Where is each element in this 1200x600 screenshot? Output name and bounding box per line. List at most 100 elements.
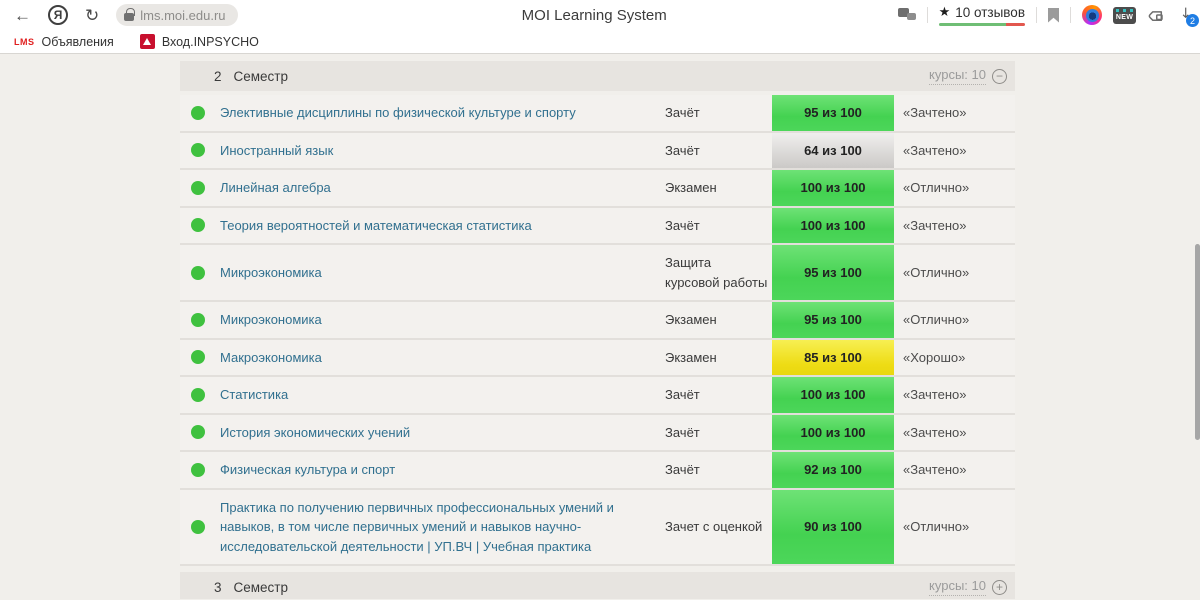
lms-favicon: LMS xyxy=(14,36,35,47)
course-cell: Линейная алгебра xyxy=(220,170,665,206)
divider xyxy=(1070,7,1071,23)
status-cell xyxy=(180,302,220,338)
exam-type-cell: Зачёт xyxy=(665,387,700,402)
exam-type-cell: Защита курсовой работы xyxy=(665,255,768,290)
grade-cell: «Отлично» xyxy=(903,519,970,535)
site-rating-widget[interactable]: ★ 10 отзывов xyxy=(938,4,1025,26)
status-dot-icon xyxy=(191,462,205,477)
status-dot-icon xyxy=(191,143,205,158)
status-dot-icon xyxy=(191,519,205,534)
grade-cell: «Зачтено» xyxy=(903,105,967,121)
course-cell: Микроэкономика xyxy=(220,245,665,300)
collections-icon[interactable] xyxy=(1147,6,1165,24)
table-row: Физическая культура и спорт Зачёт 92 из … xyxy=(180,452,1015,490)
course-link[interactable]: Микроэкономика xyxy=(220,310,322,330)
semester-number: 2 xyxy=(214,68,222,84)
status-dot-icon xyxy=(191,105,205,120)
exam-type-cell: Зачет с оценкой xyxy=(665,519,763,534)
table-row: Макроэкономика Экзамен 85 из 100 «Хорошо… xyxy=(180,339,1015,377)
course-link[interactable]: История экономических учений xyxy=(220,423,410,443)
exam-type-cell: Экзамен xyxy=(665,349,717,365)
status-cell xyxy=(180,452,220,488)
status-dot-icon xyxy=(191,425,205,440)
status-dot-icon xyxy=(191,180,205,195)
status-cell xyxy=(180,377,220,413)
lock-icon xyxy=(124,8,135,21)
exam-type-cell: Экзамен xyxy=(665,312,717,327)
messenger-icon[interactable] xyxy=(897,7,916,23)
status-dot-icon xyxy=(191,218,205,233)
semester-label: Семестр xyxy=(233,68,289,84)
score-badge: 95 из 100 xyxy=(772,245,894,300)
collapse-icon[interactable]: − xyxy=(992,68,1007,84)
score-badge: 95 из 100 xyxy=(772,95,894,131)
extension-icon[interactable] xyxy=(1082,5,1102,25)
scrollbar-thumb[interactable] xyxy=(1195,244,1200,440)
table-row: Микроэкономика Экзамен 95 из 100 «Отличн… xyxy=(180,302,1015,340)
semester-label: Семестр xyxy=(233,579,289,595)
score-badge: 95 из 100 xyxy=(772,302,894,338)
grade-cell: «Отлично» xyxy=(903,265,970,280)
course-cell: Микроэкономика xyxy=(220,302,665,338)
page-title: MOI Learning System xyxy=(521,7,667,24)
grade-cell: «Зачтено» xyxy=(903,462,967,478)
bookmark-label: Объявления xyxy=(41,34,114,49)
exam-type-cell: Зачёт xyxy=(665,462,700,477)
course-cell: История экономических учений xyxy=(220,415,665,451)
course-cell: Элективные дисциплины по физической куль… xyxy=(220,95,665,131)
course-link[interactable]: Практика по получению первичных професси… xyxy=(220,498,647,557)
refresh-button[interactable]: ↻ xyxy=(85,7,99,24)
course-link[interactable]: Макроэкономика xyxy=(220,348,322,368)
yandex-button[interactable]: Я xyxy=(48,5,68,25)
courses-count-link[interactable]: курсы: 10 xyxy=(929,578,986,596)
reviews-count: 10 отзывов xyxy=(955,4,1025,20)
expand-icon[interactable]: + xyxy=(992,579,1007,595)
status-cell xyxy=(180,170,220,206)
semester-number: 3 xyxy=(214,579,222,595)
status-cell xyxy=(180,245,220,300)
download-count-badge: 2 xyxy=(1186,14,1199,27)
course-link[interactable]: Элективные дисциплины по физической куль… xyxy=(220,103,576,123)
course-link[interactable]: Иностранный язык xyxy=(220,141,333,161)
score-badge: 92 из 100 xyxy=(772,452,894,488)
lms-page: 2 Семестр курсы: 10 − Элективные дисципл… xyxy=(0,54,1200,599)
table-row: Микроэкономика Защита курсовой работы 95… xyxy=(180,245,1015,302)
table-row: Статистика Зачёт 100 из 100 «Зачтено» xyxy=(180,377,1015,415)
semester-2-header: 2 Семестр курсы: 10 − xyxy=(180,61,1015,91)
score-badge: 100 из 100 xyxy=(772,170,894,206)
grade-cell: «Отлично» xyxy=(903,180,970,196)
course-link[interactable]: Линейная алгебра xyxy=(220,178,331,198)
star-icon: ★ xyxy=(938,4,951,19)
course-link[interactable]: Микроэкономика xyxy=(220,263,322,283)
new-badge-label: NEW xyxy=(1115,14,1134,21)
address-bar[interactable]: lms.moi.edu.ru xyxy=(116,4,238,26)
status-cell xyxy=(180,340,220,376)
grades-table: 2 Семестр курсы: 10 − Элективные дисципл… xyxy=(180,54,1015,599)
bookmark-icon[interactable] xyxy=(1048,7,1059,23)
status-cell xyxy=(180,415,220,451)
url-text: lms.moi.edu.ru xyxy=(140,7,226,23)
course-cell: Физическая культура и спорт xyxy=(220,452,665,488)
table-row: История экономических учений Зачёт 100 и… xyxy=(180,414,1015,452)
score-badge: 64 из 100 xyxy=(772,132,894,168)
course-link[interactable]: Теория вероятностей и математическая ста… xyxy=(220,216,532,236)
downloads-icon[interactable]: ↘ 2 xyxy=(1176,2,1199,27)
divider xyxy=(1036,7,1037,23)
grade-cell: «Отлично» xyxy=(903,312,970,328)
exam-type-cell: Зачёт xyxy=(665,424,700,440)
score-badge: 100 из 100 xyxy=(772,377,894,413)
courses-count-link[interactable]: курсы: 10 xyxy=(929,67,986,85)
exam-type-cell: Зачёт xyxy=(665,142,700,158)
bookmark-inpsycho-login[interactable]: Вход.INPSYCHO xyxy=(139,34,259,49)
exam-type-cell: Зачёт xyxy=(665,105,700,120)
back-button[interactable]: ← xyxy=(14,7,31,24)
course-link[interactable]: Физическая культура и спорт xyxy=(220,460,395,480)
course-link[interactable]: Статистика xyxy=(220,385,288,405)
video-new-icon[interactable]: NEW xyxy=(1113,6,1136,24)
grade-cell: «Зачтено» xyxy=(903,217,967,233)
grade-cell: «Зачтено» xyxy=(903,424,967,440)
score-badge: 90 из 100 xyxy=(772,489,894,564)
bookmark-announcements[interactable]: LMS Объявления xyxy=(14,35,114,49)
status-dot-icon xyxy=(191,387,205,402)
browser-toolbar: ← Я ↻ lms.moi.edu.ru MOI Learning System… xyxy=(0,0,1200,30)
